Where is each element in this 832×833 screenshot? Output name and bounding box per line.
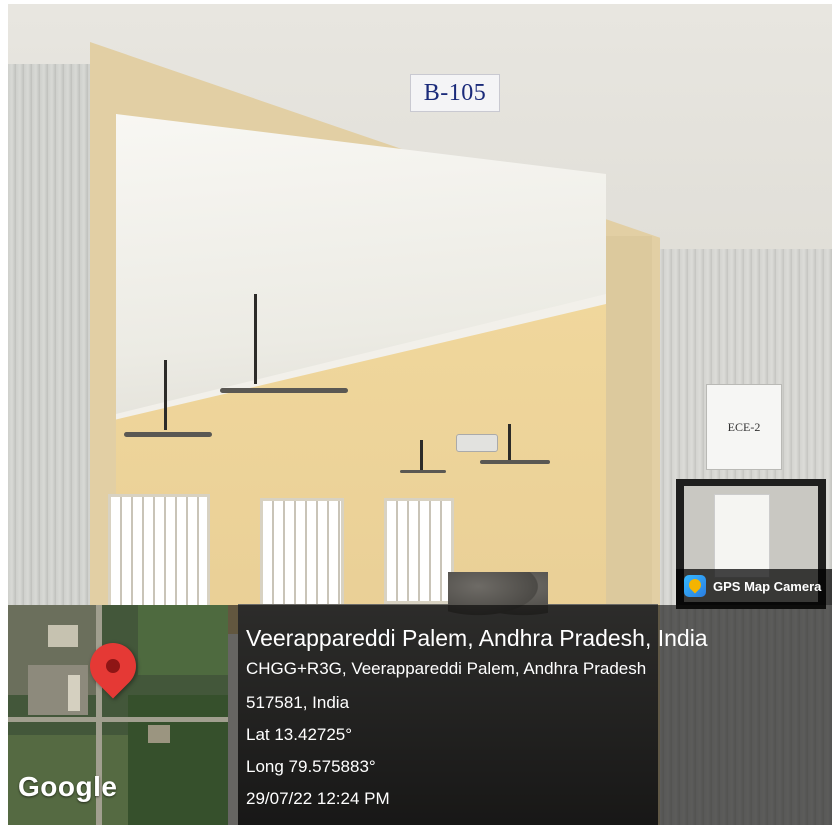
- location-title: Veerappareddi Palem, Andhra Pradesh, Ind…: [246, 625, 708, 651]
- address-line-2: 517581, India: [246, 693, 350, 712]
- window: [108, 494, 210, 612]
- window: [384, 498, 454, 604]
- ceiling-fan-blade: [480, 460, 550, 464]
- latitude-text: Lat 13.42725°: [246, 725, 353, 744]
- satellite-map-thumbnail: Google: [8, 605, 228, 825]
- classroom-photo: B-105 ECE-2 GPS Map Camera Google Veerap…: [8, 4, 832, 825]
- google-watermark: Google: [18, 771, 118, 802]
- gps-map-camera-badge: GPS Map Camera: [676, 569, 832, 605]
- ceiling-fan-blade: [124, 432, 212, 437]
- classroom-sign: ECE-2: [706, 384, 782, 470]
- window: [260, 498, 344, 610]
- photo-stage: B-105 ECE-2 GPS Map Camera Google Veerap…: [0, 0, 832, 833]
- ceiling-fan: [254, 294, 257, 384]
- classroom-sign-text: ECE-2: [727, 420, 761, 434]
- badge-label: GPS Map Camera: [713, 579, 822, 594]
- projector: [456, 434, 498, 452]
- datetime-text: 29/07/22 12:24 PM: [246, 789, 390, 808]
- ceiling-fan-blade: [220, 388, 348, 393]
- location-pin-dot: [103, 656, 123, 676]
- longitude-text: Long 79.575883°: [246, 757, 376, 776]
- ceiling-fan-blade: [400, 470, 446, 473]
- address-line-1: CHGG+R3G, Veerappareddi Palem, Andhra Pr…: [246, 659, 647, 678]
- notice-paper: [714, 494, 770, 578]
- gps-map-camera-icon: [684, 575, 706, 597]
- ceiling-fan: [508, 424, 511, 460]
- ceiling-fan: [164, 360, 167, 430]
- room-number-text: B-105: [423, 80, 487, 106]
- room-number-sign: B-105: [410, 74, 500, 112]
- ceiling-fan: [420, 440, 423, 470]
